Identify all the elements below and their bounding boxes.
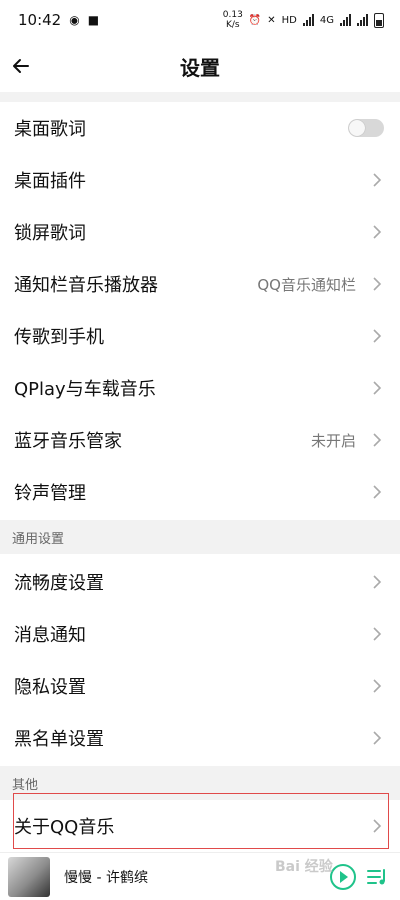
chevron-right-icon <box>373 575 382 589</box>
chevron-right-icon <box>373 381 382 395</box>
row-label: 黑名单设置 <box>14 729 104 750</box>
highlight-annotation-box <box>13 793 389 849</box>
wifi-signal-icon <box>357 14 368 26</box>
row-privacy-settings[interactable]: 隐私设置 <box>0 660 400 712</box>
globe-icon: ◉ <box>69 13 80 27</box>
chevron-right-icon <box>373 627 382 641</box>
row-label: 桌面歌词 <box>14 119 86 140</box>
chevron-right-icon <box>373 173 382 187</box>
chevron-right-icon <box>373 225 382 239</box>
row-value: 未开启 <box>310 431 356 450</box>
row-label: 桌面插件 <box>14 171 86 192</box>
row-label: 蓝牙音乐管家 <box>14 431 122 452</box>
chevron-right-icon <box>373 679 382 693</box>
row-qplay-car-music[interactable]: QPlay与车载音乐 <box>0 362 400 414</box>
row-smoothness-settings[interactable]: 流畅度设置 <box>0 556 400 608</box>
chevron-right-icon <box>373 731 382 745</box>
row-blacklist-settings[interactable]: 黑名单设置 <box>0 712 400 764</box>
chevron-right-icon <box>373 329 382 343</box>
header-divider <box>0 92 400 102</box>
row-transfer-to-phone[interactable]: 传歌到手机 <box>0 310 400 362</box>
row-label: 消息通知 <box>14 625 86 646</box>
row-label: 通知栏音乐播放器 <box>14 275 158 296</box>
back-arrow-icon[interactable] <box>8 52 36 80</box>
status-right: 0.13 K/s ⏰ ✕ HD 4G <box>223 10 384 30</box>
alarm-icon: ⏰ <box>248 14 262 26</box>
page-header: 设置 <box>0 40 400 92</box>
row-label: 流畅度设置 <box>14 573 104 594</box>
section-title: 通用设置 <box>12 531 65 547</box>
status-time: 10:42 <box>18 11 62 29</box>
video-camera-icon: ■ <box>87 13 100 27</box>
row-label: 隐私设置 <box>14 677 86 698</box>
status-left: 10:42 ◉ ■ <box>18 11 99 29</box>
network-speed-unit: K/s <box>225 20 240 30</box>
hd-badge: HD <box>281 14 297 26</box>
chevron-right-icon <box>373 433 382 447</box>
play-button[interactable] <box>330 863 356 890</box>
row-ringtone-management[interactable]: 铃声管理 <box>0 466 400 518</box>
chevron-right-icon <box>373 485 382 499</box>
section-title: 其他 <box>12 777 39 793</box>
row-label: 锁屏歌词 <box>14 223 86 244</box>
row-notification-player[interactable]: 通知栏音乐播放器 QQ音乐通知栏 <box>0 258 400 310</box>
row-lockscreen-lyrics[interactable]: 锁屏歌词 <box>0 206 400 258</box>
mute-icon: ✕ <box>267 14 276 26</box>
desktop-lyrics-toggle[interactable] <box>348 119 384 137</box>
section-header-general: 通用设置 <box>0 520 400 554</box>
network-speed-value: 0.13 <box>222 10 243 20</box>
row-value: QQ音乐通知栏 <box>257 275 356 294</box>
chevron-right-icon <box>373 277 382 291</box>
signal-icon-2 <box>340 14 351 26</box>
network-type: 4G <box>319 14 334 26</box>
row-message-notifications[interactable]: 消息通知 <box>0 608 400 660</box>
row-desktop-widget[interactable]: 桌面插件 <box>0 154 400 206</box>
mini-player[interactable]: 慢慢 - 许鹤缤 <box>0 852 400 900</box>
row-label: 传歌到手机 <box>14 327 104 348</box>
row-bluetooth-manager[interactable]: 蓝牙音乐管家 未开启 <box>0 414 400 466</box>
row-label: 铃声管理 <box>14 483 86 504</box>
album-cover[interactable] <box>8 856 50 897</box>
network-speed: 0.13 K/s <box>223 10 243 30</box>
signal-icon <box>302 14 314 26</box>
row-desktop-lyrics[interactable]: 桌面歌词 <box>0 102 400 154</box>
battery-icon <box>374 12 384 28</box>
status-bar: 10:42 ◉ ■ 0.13 K/s ⏰ ✕ HD 4G <box>0 0 400 40</box>
playlist-icon[interactable] <box>366 867 388 887</box>
watermark: Bai 经验 <box>275 859 333 875</box>
row-label: QPlay与车载音乐 <box>14 379 156 400</box>
page-title: 设置 <box>180 55 220 80</box>
